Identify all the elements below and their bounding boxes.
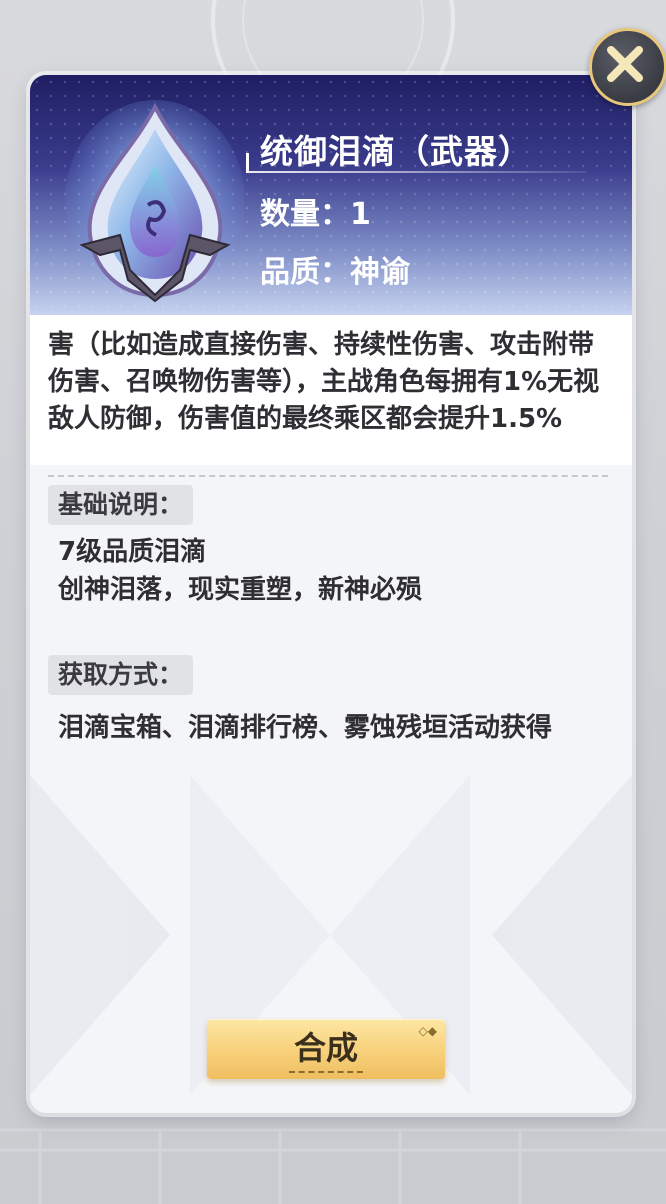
item-header: 统御泪滴（武器） 数量：1 品质：神谕 [30, 75, 632, 315]
title-underline [246, 171, 586, 173]
obtain-method-text: 泪滴宝箱、泪滴排行榜、雾蚀残垣活动获得 [58, 713, 553, 743]
diamond-ornament-icon: ◇◆ [418, 1024, 437, 1038]
basic-info-label: 基础说明： [48, 485, 194, 525]
item-quantity: 数量：1 [260, 197, 371, 232]
item-name: 统御泪滴（武器） [260, 132, 532, 171]
effect-description-scroll[interactable]: 害（比如造成直接伤害、持续性伤害、攻击附带伤害、召唤物伤害等），主战角色每拥有1… [30, 315, 632, 465]
section-divider [48, 475, 608, 477]
item-quality: 品质：神谕 [260, 255, 410, 290]
item-detail-card: 统御泪滴（武器） 数量：1 品质：神谕 害（比如造成直接伤害、持续性伤害、攻击附… [30, 75, 632, 1113]
title-accent-mark [246, 153, 249, 173]
compose-button-label: 合成 [293, 1029, 358, 1067]
effect-description: 害（比如造成直接伤害、持续性伤害、攻击附带伤害、召唤物伤害等），主战角色每拥有1… [48, 330, 600, 434]
obtain-method-label: 获取方式： [48, 655, 194, 695]
basic-info-line-1: 7级品质泪滴 [58, 537, 207, 567]
button-underline [289, 1071, 363, 1073]
close-button[interactable] [589, 28, 666, 106]
teardrop-crystal-icon [65, 100, 245, 303]
close-icon [607, 46, 643, 82]
basic-info-line-2: 创神泪落，现实重塑，新神必殒 [58, 575, 423, 605]
compose-button[interactable]: 合成 ◇◆ [207, 1019, 445, 1079]
